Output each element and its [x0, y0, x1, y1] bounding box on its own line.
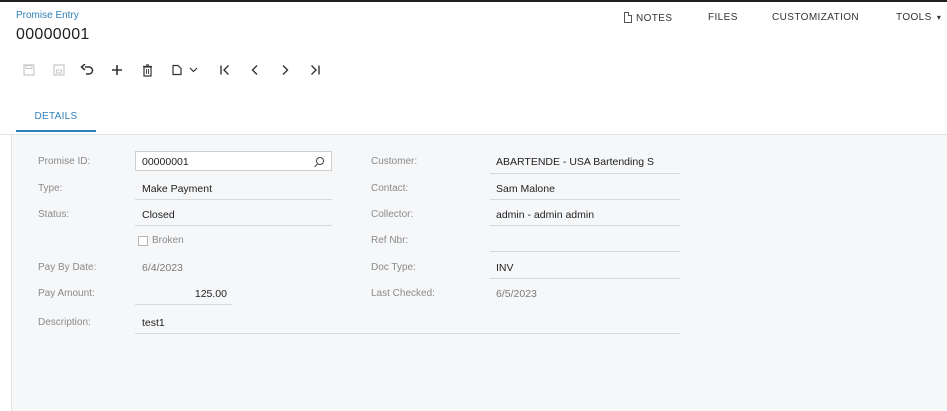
chevron-down-icon: ▾ — [936, 13, 942, 22]
contact-value[interactable]: Sam Malone — [496, 183, 555, 195]
pay-amount-label: Pay Amount: — [38, 288, 95, 299]
add-button[interactable] — [104, 58, 130, 82]
next-record-button[interactable] — [272, 58, 298, 82]
files-button[interactable]: FILES — [708, 12, 738, 23]
description-label: Description: — [38, 317, 91, 328]
status-label: Status: — [38, 209, 70, 220]
type-label: Type: — [38, 183, 63, 194]
promise-id-value: 00000001 — [142, 156, 189, 168]
add-icon — [112, 65, 122, 75]
active-tab-indicator — [16, 130, 96, 132]
description-value[interactable]: test1 — [142, 317, 165, 329]
tools-label: TOOLS — [896, 12, 932, 23]
customer-value[interactable]: ABARTENDE - USA Bartending S — [496, 156, 680, 168]
save-icon — [23, 64, 35, 76]
collector-underline — [490, 225, 680, 226]
type-underline — [135, 199, 332, 200]
previous-record-button[interactable] — [242, 58, 268, 82]
notes-button[interactable]: NOTES — [624, 12, 672, 24]
promise-id-label: Promise ID: — [38, 156, 91, 167]
contact-label: Contact: — [371, 183, 409, 194]
broken-checkbox[interactable] — [138, 236, 148, 246]
notes-label: NOTES — [636, 13, 673, 24]
chevron-left-icon — [251, 65, 258, 75]
tab-details[interactable]: DETAILS — [16, 108, 96, 132]
search-icon[interactable] — [316, 157, 324, 165]
copy-paste-button[interactable] — [164, 58, 204, 82]
undo-button[interactable] — [74, 58, 100, 82]
pay-amount-underline — [135, 304, 232, 305]
customization-button[interactable]: CUSTOMIZATION — [772, 12, 859, 23]
pay-amount-value[interactable]: 125.00 — [135, 288, 227, 300]
last-checked-label: Last Checked: — [371, 288, 435, 299]
first-record-icon — [220, 65, 229, 75]
pay-by-date-label: Pay By Date: — [38, 262, 97, 273]
ref-nbr-label: Ref Nbr: — [371, 235, 409, 246]
delete-icon — [142, 63, 152, 77]
collector-value[interactable]: admin - admin admin — [496, 209, 594, 221]
collector-label: Collector: — [371, 209, 414, 220]
top-actions-bar: NOTES FILES CUSTOMIZATION TOOLS ▾ — [0, 12, 947, 32]
undo-icon — [80, 64, 94, 75]
doc-type-value[interactable]: INV — [496, 262, 514, 274]
ref-nbr-underline — [490, 251, 680, 252]
description-underline — [135, 333, 680, 334]
last-record-icon — [311, 65, 320, 75]
chevron-right-icon — [282, 65, 289, 75]
doc-type-underline — [490, 278, 680, 279]
save-close-button[interactable] — [46, 58, 72, 82]
details-form-panel: Promise ID: 00000001 Type: Make Payment … — [11, 135, 947, 411]
last-checked-value[interactable]: 6/5/2023 — [496, 288, 537, 300]
customer-label: Customer: — [371, 156, 418, 167]
customization-label: CUSTOMIZATION — [772, 12, 860, 23]
document-icon — [624, 12, 632, 23]
promise-id-input[interactable]: 00000001 — [135, 151, 332, 171]
customer-underline — [490, 173, 680, 174]
delete-button[interactable] — [134, 58, 160, 82]
doc-type-label: Doc Type: — [371, 262, 416, 273]
pay-by-date-value[interactable]: 6/4/2023 — [142, 262, 183, 274]
type-value[interactable]: Make Payment — [142, 183, 212, 195]
first-record-button[interactable] — [212, 58, 238, 82]
status-underline — [135, 225, 332, 226]
contact-underline — [490, 199, 680, 200]
broken-label: Broken — [152, 235, 184, 246]
status-value[interactable]: Closed — [142, 209, 175, 221]
files-label: FILES — [708, 12, 738, 23]
copy-paste-icon — [171, 64, 182, 76]
chevron-down-icon — [189, 67, 197, 73]
save-button[interactable] — [16, 58, 42, 82]
last-record-button[interactable] — [302, 58, 328, 82]
window-top-border — [0, 0, 947, 2]
save-close-icon — [53, 64, 65, 76]
tools-button[interactable]: TOOLS ▾ — [896, 12, 941, 23]
